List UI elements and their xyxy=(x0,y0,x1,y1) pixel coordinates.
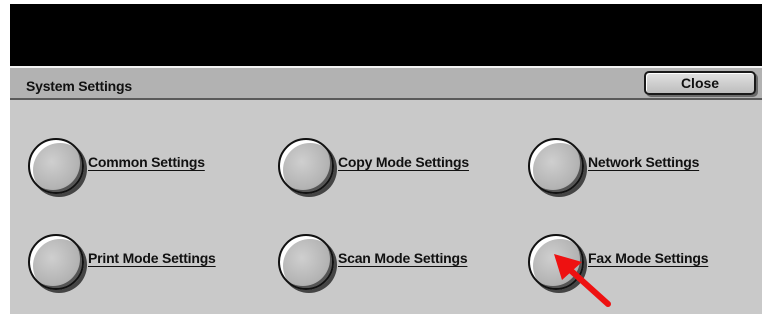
scan-mode-settings-button[interactable]: Scan Mode Settings xyxy=(278,232,518,292)
copy-mode-settings-label[interactable]: Copy Mode Settings xyxy=(338,154,469,170)
settings-panel: Common Settings Copy Mode Settings Netwo… xyxy=(10,100,762,314)
scan-mode-settings-label[interactable]: Scan Mode Settings xyxy=(338,250,468,266)
control-panel-screen: System Settings Close Common Settings Co… xyxy=(10,4,762,314)
close-button[interactable]: Close xyxy=(644,71,756,95)
print-mode-settings-label[interactable]: Print Mode Settings xyxy=(88,250,216,266)
round-button-icon[interactable] xyxy=(528,234,584,290)
fax-mode-settings-button[interactable]: Fax Mode Settings xyxy=(528,232,762,292)
round-button-icon[interactable] xyxy=(28,138,84,194)
round-button-icon[interactable] xyxy=(28,234,84,290)
common-settings-label[interactable]: Common Settings xyxy=(88,154,205,170)
round-button-icon[interactable] xyxy=(278,234,334,290)
message-area xyxy=(10,4,762,66)
round-button-icon[interactable] xyxy=(528,138,584,194)
page-title: System Settings xyxy=(26,78,132,94)
title-bar: System Settings Close xyxy=(10,66,762,100)
common-settings-button[interactable]: Common Settings xyxy=(28,136,268,196)
copy-mode-settings-button[interactable]: Copy Mode Settings xyxy=(278,136,518,196)
network-settings-label[interactable]: Network Settings xyxy=(588,154,699,170)
print-mode-settings-button[interactable]: Print Mode Settings xyxy=(28,232,268,292)
round-button-icon[interactable] xyxy=(278,138,334,194)
fax-mode-settings-label[interactable]: Fax Mode Settings xyxy=(588,250,708,266)
network-settings-button[interactable]: Network Settings xyxy=(528,136,762,196)
